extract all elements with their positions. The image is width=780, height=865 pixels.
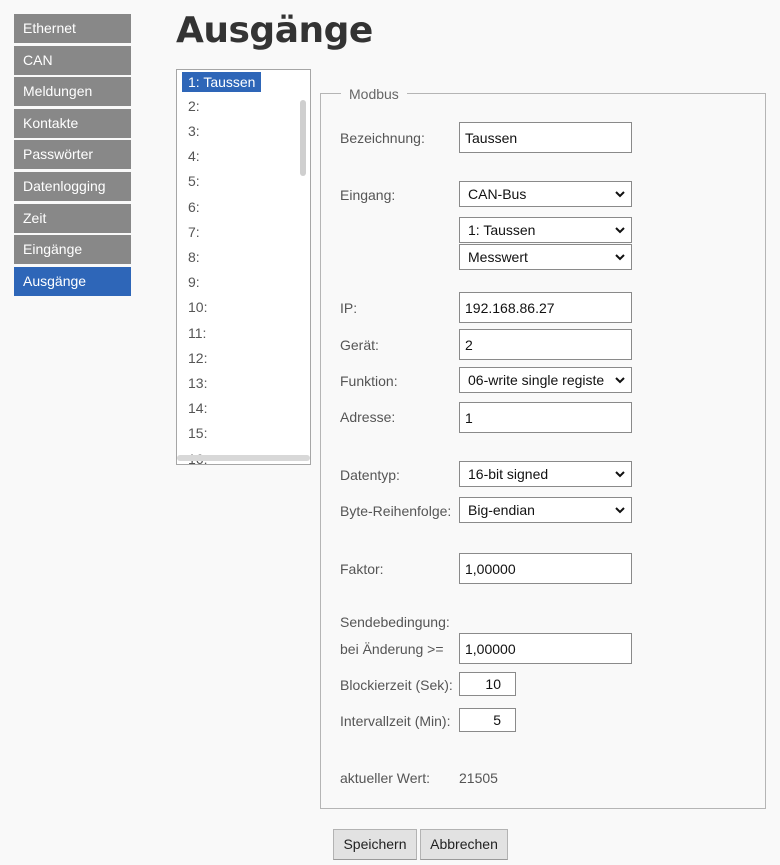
nav-item-zeit[interactable]: Zeit [14,203,131,233]
sidebar-nav: Ethernet CAN Meldungen Kontakte Passwört… [14,14,131,298]
blockierzeit-label: Blockierzeit (Sek): [340,677,453,693]
aktueller-wert-label: aktueller Wert: [340,770,430,786]
bezeichnung-label: Bezeichnung: [340,130,425,146]
chevron-down-icon [613,467,627,481]
chevron-down-icon [613,503,627,517]
eingang-valuetype-value: Messwert [468,249,528,265]
output-list-item[interactable]: 12: [182,348,213,368]
sendebedingung-label: Sendebedingung: [340,614,450,630]
eingang-source-select[interactable]: CAN-Bus [459,181,632,207]
chevron-down-icon [613,223,627,237]
byteorder-label: Byte-Reihenfolge: [340,503,452,519]
nav-item-datenlogging[interactable]: Datenlogging [14,171,131,201]
output-list-item[interactable]: 3: [182,121,206,141]
funktion-label: Funktion: [340,373,398,389]
adresse-label: Adresse: [340,409,396,425]
eingang-valuetype-select[interactable]: Messwert [459,244,632,270]
bezeichnung-input[interactable] [459,122,632,153]
adresse-input[interactable] [459,402,632,433]
nav-item-meldungen[interactable]: Meldungen [14,77,131,107]
nav-item-passwoerter[interactable]: Passwörter [14,140,131,170]
byteorder-select[interactable]: Big-endian [459,497,632,523]
output-list-item[interactable]: 14: [182,398,213,418]
chevron-down-icon [613,373,627,387]
funktion-select[interactable]: 06-write single registe [459,367,632,393]
output-list-item[interactable]: 4: [182,146,206,166]
page-title: Ausgänge [176,10,373,51]
intervallzeit-label: Intervallzeit (Min): [340,713,451,729]
geraet-label: Gerät: [340,337,379,353]
save-button[interactable]: Speichern [333,829,417,860]
faktor-input[interactable] [459,553,632,584]
eingang-node-value: 1: Taussen [468,222,536,238]
output-list-item[interactable]: 8: [182,247,206,267]
eingang-source-value: CAN-Bus [468,186,527,202]
horizontal-scrollbar[interactable] [177,455,310,461]
byteorder-value: Big-endian [468,502,535,518]
datentyp-select[interactable]: 16-bit signed [459,461,632,487]
output-list-item[interactable]: 7: [182,222,206,242]
geraet-input[interactable] [459,329,632,360]
aktueller-wert-value: 21505 [459,770,498,786]
output-list-item[interactable]: 5: [182,171,206,191]
blockierzeit-input[interactable] [459,672,516,696]
output-list-item[interactable]: 15: [182,423,213,443]
eingang-node-select[interactable]: 1: Taussen [459,217,632,243]
nav-item-can[interactable]: CAN [14,45,131,75]
nav-item-kontakte[interactable]: Kontakte [14,108,131,138]
nav-item-eingaenge[interactable]: Eingänge [14,235,131,265]
intervallzeit-input[interactable] [459,708,516,732]
funktion-value: 06-write single registe [468,372,605,388]
output-list-item[interactable]: 2: [182,96,206,116]
aenderung-label: bei Änderung >= [340,641,444,657]
nav-item-ethernet[interactable]: Ethernet [14,14,131,43]
chevron-down-icon [613,250,627,264]
output-list[interactable]: 1: Taussen 2: 3: 4: 5: 6: 7: 8: 9: 10: 1… [176,69,311,465]
output-list-item[interactable]: 1: Taussen [182,72,262,92]
datentyp-value: 16-bit signed [468,466,549,482]
datentyp-label: Datentyp: [340,467,400,483]
output-list-item[interactable]: 13: [182,373,213,393]
ip-input[interactable] [459,292,632,323]
output-list-item[interactable]: 10: [182,297,213,317]
chevron-down-icon [613,187,627,201]
modbus-fieldset: Modbus Bezeichnung: Eingang: CAN-Bus 1: … [320,85,766,809]
vertical-scrollbar[interactable] [300,100,306,176]
cancel-button[interactable]: Abbrechen [420,829,508,860]
output-list-item[interactable]: 9: [182,272,206,292]
output-list-item[interactable]: 6: [182,197,206,217]
ip-label: IP: [340,300,358,316]
faktor-label: Faktor: [340,561,384,577]
nav-item-ausgaenge[interactable]: Ausgänge [14,266,131,296]
eingang-label: Eingang: [340,187,396,203]
fieldset-legend: Modbus [341,85,407,103]
output-list-item[interactable]: 11: [182,323,212,343]
aenderung-input[interactable] [459,633,632,664]
